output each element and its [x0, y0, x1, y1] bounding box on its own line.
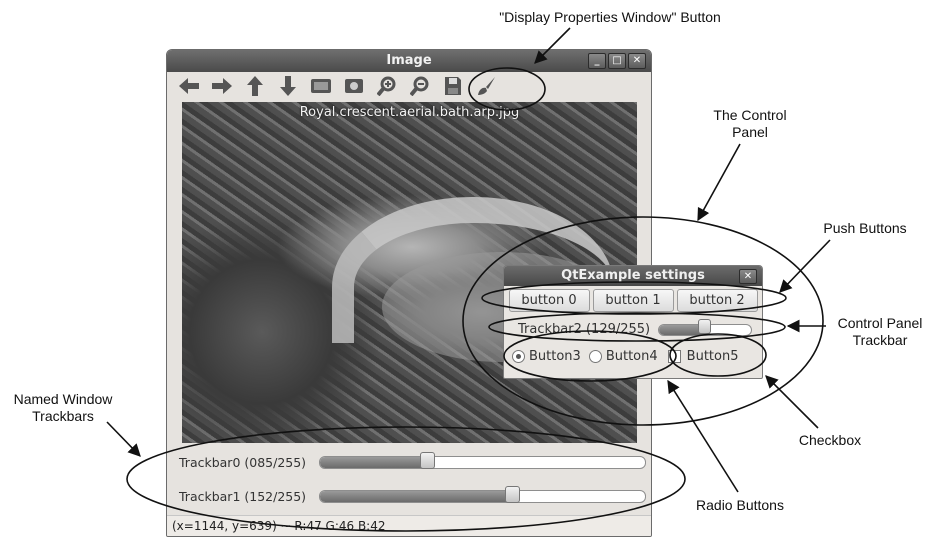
push-button-1[interactable]: button 1	[592, 289, 674, 312]
save-icon[interactable]	[441, 75, 465, 97]
annotation-push-buttons: Push Buttons	[823, 220, 907, 236]
trackbar1-fill	[320, 491, 514, 502]
annotation-cp-trackbar-line2: Trackbar	[852, 332, 908, 348]
annotation-radio-buttons: Radio Buttons	[696, 497, 784, 513]
arrow-left-icon[interactable]	[177, 75, 201, 97]
control-panel-titlebar[interactable]: QtExample settings ✕	[504, 266, 762, 286]
radio-button4-label: Button4	[605, 349, 658, 364]
arrow-named-trackbars	[106, 421, 141, 457]
zoom-region-icon[interactable]	[342, 75, 366, 97]
arrow-down-icon[interactable]	[276, 75, 300, 97]
radio-button3-dot	[516, 354, 521, 359]
push-button-row: button 0 button 1 button 2	[504, 289, 762, 312]
image-window-title: Image	[386, 53, 432, 68]
control-panel-window: QtExample settings ✕ button 0 button 1 b…	[503, 265, 763, 379]
annotation-control-panel-line2: Panel	[732, 124, 768, 140]
trackbar0-fill	[320, 457, 429, 468]
annotation-cp-trackbar: Control Panel Trackbar	[824, 315, 935, 349]
arrow-checkbox	[765, 375, 819, 429]
close-button[interactable]: ✕	[628, 53, 646, 69]
push-button-0[interactable]: button 0	[508, 289, 590, 312]
status-bar: (x=1144, y=639) ~ R:47 G:46 B:42	[167, 515, 651, 536]
control-panel-title: QtExample settings	[561, 268, 705, 283]
zoom-in-icon[interactable]	[375, 75, 399, 97]
annotation-display-properties: "Display Properties Window" Button	[499, 9, 721, 25]
trackbar2-thumb[interactable]	[698, 319, 712, 334]
display-properties-icon[interactable]	[474, 75, 498, 97]
window-controls: _ □ ✕	[588, 53, 646, 69]
annotation-named-window-line2: Trackbars	[32, 408, 94, 424]
trackbar2: Trackbar2 (129/255)	[518, 319, 753, 337]
trackbar1-slider[interactable]	[319, 490, 646, 503]
annotation-checkbox: Checkbox	[798, 432, 862, 448]
image-window-titlebar[interactable]: Image _ □ ✕	[167, 50, 651, 72]
image-filename: Royal.crescent.aerial.bath.arp.jpg	[299, 105, 520, 120]
arrow-radio-buttons	[667, 379, 739, 493]
trackbar1-thumb[interactable]	[505, 486, 521, 503]
arrow-control-panel	[697, 143, 741, 222]
checkbox-button5-label: Button5	[686, 349, 739, 364]
arrow-up-icon[interactable]	[243, 75, 267, 97]
trackbar0-slider[interactable]	[319, 456, 646, 469]
zoom-fit-icon[interactable]	[309, 75, 333, 97]
annotation-cp-trackbar-line1: Control Panel	[837, 315, 923, 331]
trackbar1: Trackbar1 (152/255)	[179, 486, 646, 504]
annotation-named-window-trackbars: Named Window Trackbars	[4, 391, 122, 425]
control-panel-close-button[interactable]: ✕	[739, 269, 757, 284]
radio-button4[interactable]	[588, 350, 602, 363]
trackbar1-label: Trackbar1 (152/255)	[179, 489, 307, 504]
annotation-control-panel: The Control Panel	[700, 107, 800, 141]
radio-button3[interactable]	[512, 350, 525, 363]
annotation-control-panel-line1: The Control	[713, 107, 787, 123]
trackbar2-label: Trackbar2 (129/255)	[518, 322, 651, 337]
radio-checkbox-row: Button3 Button4 Button5	[512, 349, 738, 364]
zoom-out-icon[interactable]	[408, 75, 432, 97]
trackbar0-label: Trackbar0 (085/255)	[179, 455, 307, 470]
minimize-button[interactable]: _	[588, 53, 606, 69]
checkbox-button5[interactable]	[667, 350, 681, 363]
trackbar0-thumb[interactable]	[419, 452, 435, 469]
radio-button3-label: Button3	[529, 349, 581, 364]
arrow-right-icon[interactable]	[210, 75, 234, 97]
maximize-button[interactable]: □	[608, 53, 626, 69]
arrow-push-buttons	[779, 239, 831, 293]
image-toolbar	[167, 72, 651, 100]
push-button-2[interactable]: button 2	[676, 289, 758, 312]
annotation-named-window-line1: Named Window	[13, 391, 113, 407]
trackbar0: Trackbar0 (085/255)	[179, 452, 646, 470]
